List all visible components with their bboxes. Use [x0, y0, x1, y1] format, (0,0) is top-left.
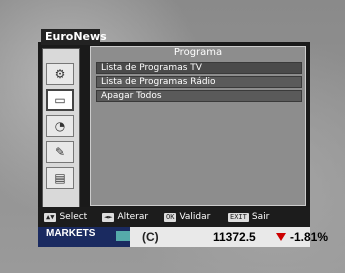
exit-key: EXIT: [228, 212, 249, 222]
help-bar: ▲▼ Select ◄► Alterar OK Validar EXIT Sai…: [38, 207, 310, 227]
alter-key: ◄►: [102, 212, 115, 222]
menu-item-radio-list[interactable]: Lista de Programas Rádio: [96, 76, 302, 88]
select-key: ▲▼: [44, 212, 57, 222]
menu-icon-column: ⚙ ▭ ◔ ✎ ▤: [42, 48, 80, 208]
ticker-change: -1.81%: [290, 230, 329, 244]
menu-item-delete-all[interactable]: Apagar Todos: [96, 90, 302, 102]
ticker-label: MARKETS: [46, 228, 96, 239]
select-label: Select: [59, 212, 88, 222]
menu-item-tv-list[interactable]: Lista de Programas TV: [96, 62, 302, 74]
satellite-icon[interactable]: ◔: [46, 115, 74, 137]
market-ticker: MARKETS (C) 11372.5 -1.81%: [38, 227, 328, 247]
settings-icon[interactable]: ⚙: [46, 63, 74, 85]
help-ok: OK Validar: [164, 211, 210, 223]
tv-icon[interactable]: ▭: [46, 89, 74, 111]
ok-label: Validar: [179, 212, 211, 222]
ticker-code: (C): [142, 230, 159, 244]
exit-label: Sair: [251, 212, 270, 222]
programa-panel: Programa Lista de Programas TV Lista de …: [90, 46, 306, 206]
help-exit: EXIT Sair: [228, 211, 269, 223]
flag-icon: [116, 231, 130, 241]
ticker-value: 11372.5: [213, 230, 256, 244]
osd-title: EuroNews: [41, 29, 107, 45]
down-arrow-icon: [276, 233, 286, 241]
panel-title: Programa: [173, 47, 223, 58]
help-alter: ◄► Alterar: [102, 211, 148, 223]
alter-label: Alterar: [117, 212, 149, 222]
ok-key: OK: [164, 212, 177, 222]
help-select: ▲▼ Select: [44, 211, 87, 223]
tools-icon[interactable]: ✎: [46, 141, 74, 163]
media-icon[interactable]: ▤: [46, 167, 74, 189]
